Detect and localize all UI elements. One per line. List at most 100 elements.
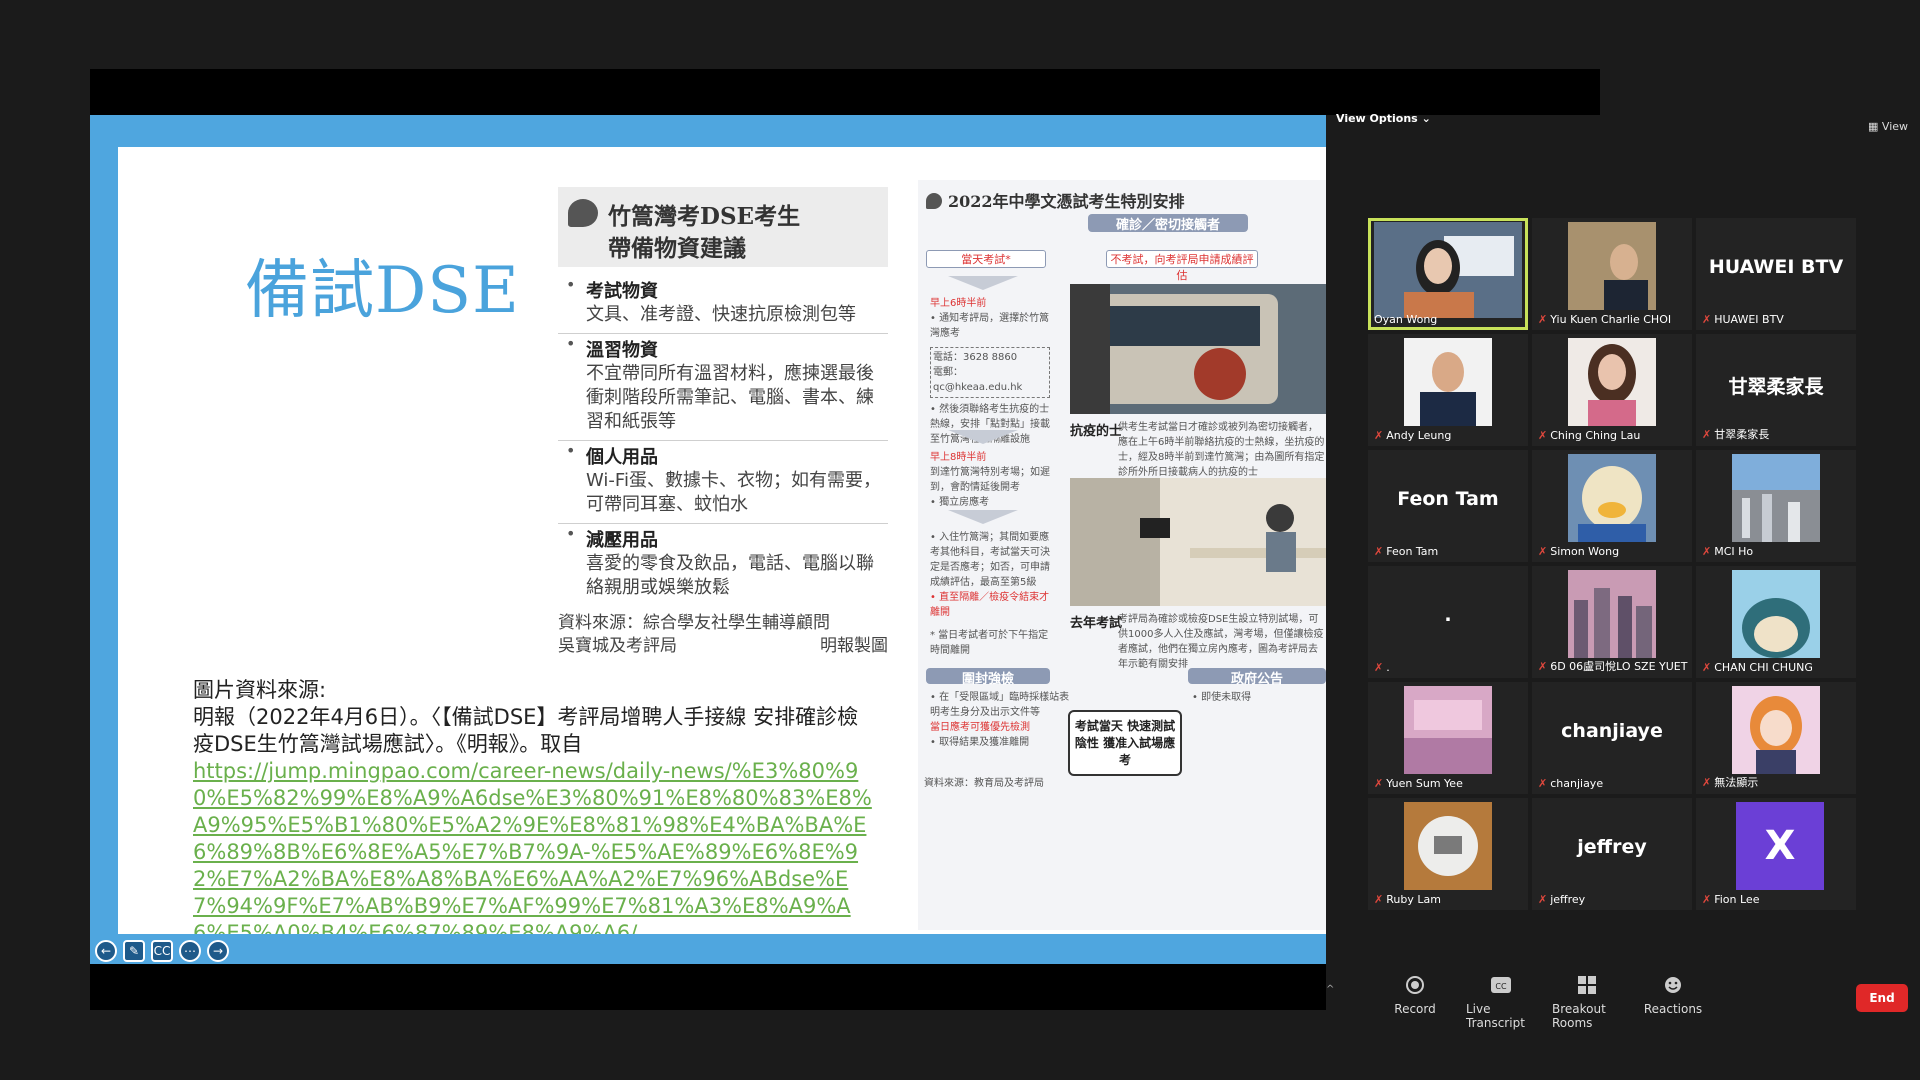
chevron-up-icon[interactable]: ^ <box>1326 984 1334 995</box>
exam-room-photo <box>1070 478 1326 606</box>
captions-icon[interactable]: CC <box>151 940 173 962</box>
participant-tile[interactable]: ✗ Andy Leung <box>1368 334 1528 446</box>
participant-tile[interactable]: jeffrey ✗ jeffrey <box>1532 798 1692 910</box>
participant-name: ✗ Feon Tam <box>1374 545 1438 558</box>
participant-tile[interactable]: ✗ Ching Ching Lau <box>1532 334 1692 446</box>
card-source-line1: 資料來源：綜合學友社學生輔導顧問 <box>558 613 830 633</box>
participant-tile[interactable]: . ✗. <box>1368 566 1528 678</box>
participant-name: ✗ 甘翠柔家長 <box>1702 426 1769 442</box>
participant-tile[interactable]: ✗ Yuen Sum Yee <box>1368 682 1528 794</box>
participant-tile[interactable]: ✗ Simon Wong <box>1532 450 1692 562</box>
pill-gov-announcement: 政府公告 <box>1188 668 1326 687</box>
reactions-button[interactable]: Reactions <box>1638 974 1708 1030</box>
participant-tile[interactable]: ✗ Ruby Lam <box>1368 798 1528 910</box>
item-title: 個人用品 <box>586 447 658 468</box>
mic-muted-icon: ✗ <box>1374 777 1384 790</box>
mic-muted-icon: ✗ <box>1538 545 1548 558</box>
card-source-row: 吳寶城及考評局 明報製圖 <box>558 635 888 658</box>
note-stay: • 入住竹篙灣；其間如要應考其他科目，考試當天可決定是否應考；如否，可申請成績評… <box>930 530 1050 658</box>
mic-muted-icon: ✗ <box>1538 777 1548 790</box>
card-source: 資料來源：綜合學友社學生輔導顧問 吳寶城及考評局 明報製圖 <box>558 612 888 658</box>
participant-name-text: 甘翠柔家長 <box>1714 428 1770 441</box>
arrow-down <box>948 276 1018 290</box>
participant-name: Oyan Wong <box>1374 313 1437 326</box>
breakout-rooms-icon <box>1576 974 1598 996</box>
participant-tile[interactable]: Feon Tam ✗ Feon Tam <box>1368 450 1528 562</box>
participant-name-text: Yiu Kuen Charlie CHOI <box>1550 313 1672 326</box>
mic-muted-icon: ✗ <box>1702 661 1712 674</box>
mic-muted-icon: ✗ <box>1702 893 1712 906</box>
view-options-button[interactable]: View Options ⌄ <box>1336 112 1431 125</box>
bottom-note1: • 在「受限區域」臨時採樣站表明考生身分及出示文件等 <box>930 692 1070 718</box>
mic-muted-icon: ✗ <box>1702 313 1712 326</box>
record-icon <box>1404 974 1426 996</box>
participant-name: ✗ Ruby Lam <box>1374 893 1441 906</box>
note-6am-title: 早上6時半前 <box>930 298 987 309</box>
infographic: 2022年中學文憑試考生特別安排 確診／密切接觸者 當天考試* 不考試，向考評局… <box>918 180 1326 930</box>
note-afternoon: * 當日考試者可於下午指定時間離開 <box>930 630 1049 656</box>
participant-tile[interactable]: HUAWEI BTV ✗ HUAWEI BTV <box>1696 218 1856 330</box>
participant-tile[interactable]: X ✗ Fion Lee <box>1696 798 1856 910</box>
participant-name-text: HUAWEI BTV <box>1714 313 1784 326</box>
card-heading-line1: 竹篙灣考DSE考生 <box>608 203 801 230</box>
captions-icon: CC <box>1490 974 1512 996</box>
card-list: 考試物資 文具、准考證、快速抗原檢測包等 溫習物資 不宜帶同所有溫習材料，應揀選… <box>558 275 888 606</box>
shared-screen: 備試DSE 竹篙灣考DSE考生 帶備物資建議 考試物資 文具、准考證、快速抗原檢… <box>90 115 1326 964</box>
mic-muted-icon: ✗ <box>1374 661 1384 674</box>
mic-muted-icon: ✗ <box>1374 545 1384 558</box>
note-6am: 早上6時半前 • 通知考評局，選擇於竹篙灣應考 電話：3628 8860 電郵：… <box>930 296 1050 447</box>
participant-name: ✗ Fion Lee <box>1702 893 1759 906</box>
mic-muted-icon: ✗ <box>1538 659 1548 673</box>
note-room: • 獨立房應考 <box>930 497 990 508</box>
participant-tile[interactable]: ✗ MCI Ho <box>1696 450 1856 562</box>
participant-tile[interactable]: 甘翠柔家長 ✗ 甘翠柔家長 <box>1696 334 1856 446</box>
more-options-icon[interactable]: ⋯ <box>179 940 201 962</box>
participant-name-text: Fion Lee <box>1714 893 1760 906</box>
record-button[interactable]: Record <box>1380 974 1450 1030</box>
participant-name-text: Oyan Wong <box>1374 313 1438 326</box>
source-link[interactable]: https://jump.mingpao.com/career-news/dai… <box>193 758 873 934</box>
slide: 備試DSE 竹篙灣考DSE考生 帶備物資建議 考試物資 文具、准考證、快速抗原檢… <box>118 147 1326 934</box>
participant-name: ✗ HUAWEI BTV <box>1702 313 1784 326</box>
participant-tile[interactable]: chanjiaye ✗ chanjiaye <box>1532 682 1692 794</box>
list-item: 溫習物資 不宜帶同所有溫習材料，應揀選最後衝刺階段所需筆記、電腦、書本、練習和紙… <box>558 334 888 441</box>
list-item: 考試物資 文具、准考證、快速抗原檢測包等 <box>558 275 888 334</box>
chevron-down-icon: ⌄ <box>1421 112 1431 125</box>
bottom-note2: 當日應考可獲優先檢測 <box>930 722 1030 733</box>
participant-tile[interactable]: ✗ 6D 06盧司悅LO SZE YUET <box>1532 566 1692 678</box>
participant-video <box>1404 686 1492 774</box>
live-transcript-button[interactable]: CC Live Transcript <box>1466 974 1536 1030</box>
avatar: X <box>1736 802 1824 890</box>
card-heading: 竹篙灣考DSE考生 帶備物資建議 <box>558 187 888 267</box>
participant-tile[interactable]: ✗ 無法顯示 <box>1696 682 1856 794</box>
last-year-text: 考評局為確診或檢疫DSE生設立特別試場，可供1000多人入住及應試，灣考場，但僅… <box>1118 614 1324 670</box>
bottom-right-note: • 即使未取得 <box>1192 692 1252 703</box>
participant-name: ✗ Yiu Kuen Charlie CHOI <box>1538 313 1671 326</box>
participant-name-text: Andy Leung <box>1386 429 1452 442</box>
participant-name: ✗ MCI Ho <box>1702 545 1753 558</box>
participant-video <box>1568 338 1656 426</box>
breakout-rooms-button[interactable]: Breakout Rooms <box>1552 974 1622 1030</box>
participant-name-text: . <box>1386 661 1390 674</box>
news-card: 竹篙灣考DSE考生 帶備物資建議 考試物資 文具、准考證、快速抗原檢測包等 溫習… <box>558 187 888 658</box>
participant-name-text: 無法顯示 <box>1714 776 1759 789</box>
phone: 電話：3628 8860 <box>933 352 1018 363</box>
share-top-bar <box>90 69 1600 115</box>
participant-tile[interactable]: ✗ Yiu Kuen Charlie CHOI <box>1532 218 1692 330</box>
end-meeting-button[interactable]: End <box>1856 984 1908 1012</box>
next-slide-icon[interactable]: → <box>207 940 229 962</box>
list-item: 減壓用品 喜愛的零食及飲品，電話、電腦以聯絡親朋或娛樂放鬆 <box>558 524 888 606</box>
breakout-rooms-label: Breakout Rooms <box>1552 1002 1606 1030</box>
participant-name: ✗ CHAN CHI CHUNG <box>1702 661 1813 674</box>
mic-muted-icon: ✗ <box>1702 545 1712 558</box>
participant-name-text: 6D 06盧司悅LO SZE YUET <box>1550 660 1688 673</box>
live-transcript-label: Live Transcript <box>1466 1002 1525 1030</box>
pen-tool-icon[interactable]: ✎ <box>123 940 145 962</box>
previous-slide-icon[interactable]: ← <box>95 940 117 962</box>
view-button[interactable]: ▦ View <box>1868 120 1908 133</box>
participant-tile[interactable]: ✗ CHAN CHI CHUNG <box>1696 566 1856 678</box>
slide-title: 備試DSE <box>245 254 520 328</box>
participant-name: ✗ Andy Leung <box>1374 429 1451 442</box>
participant-tile[interactable]: Oyan Wong <box>1368 218 1528 330</box>
image-source-citation: 明報（2022年4月6日）。〈【備試DSE】考評局增聘人手接線 安排確診檢疫DS… <box>193 705 859 756</box>
